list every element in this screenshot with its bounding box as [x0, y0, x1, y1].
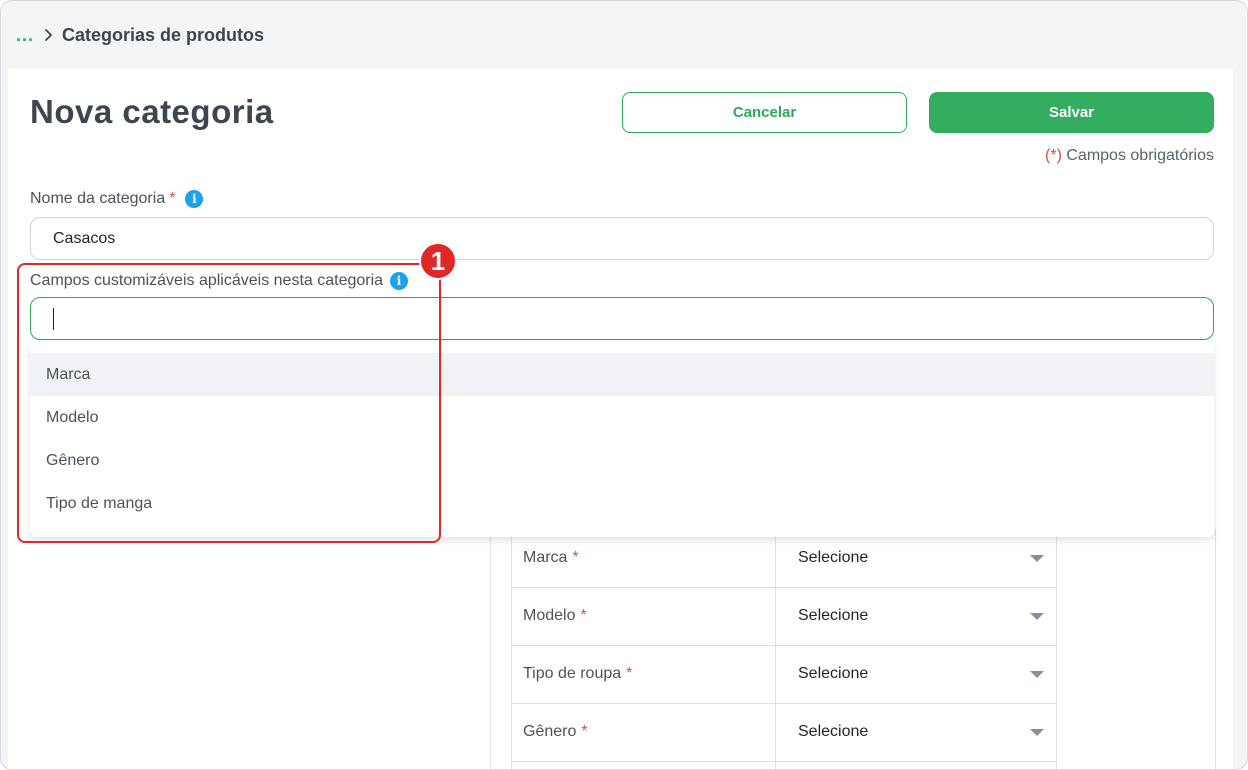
field-select[interactable] — [776, 761, 1057, 769]
field-label: Tipo de roupa — [523, 665, 622, 682]
caret-down-icon — [1030, 613, 1044, 620]
required-note-text: Campos obrigatórios — [1061, 147, 1214, 164]
save-button[interactable]: Salvar — [929, 92, 1214, 133]
caret-down-icon — [1030, 729, 1044, 736]
annotation-highlight-box — [17, 263, 441, 543]
required-mark: * — [580, 607, 587, 624]
info-icon[interactable]: i — [185, 190, 204, 208]
select-value: Selecione — [798, 665, 869, 682]
required-mark: * — [581, 723, 588, 740]
required-fields-note: (*) Campos obrigatórios — [1045, 147, 1214, 165]
breadcrumb-ellipsis[interactable]: ... — [16, 26, 34, 44]
table-row: Gênero * Selecione — [511, 703, 1057, 762]
field-label-cell — [511, 761, 776, 769]
breadcrumb-current: Categorias de produtos — [62, 24, 265, 45]
page-title: Nova categoria — [30, 93, 274, 130]
field-label-cell: Gênero * — [511, 703, 776, 761]
category-name-input[interactable]: Casacos — [30, 217, 1214, 260]
field-select[interactable]: Selecione — [776, 587, 1057, 645]
table-row: Modelo * Selecione — [511, 587, 1057, 646]
required-mark: * — [626, 665, 633, 682]
required-mark: * — [572, 549, 579, 566]
chevron-right-icon — [45, 29, 52, 41]
select-value: Selecione — [798, 607, 869, 624]
category-name-label-text: Nome da categoria — [30, 190, 166, 207]
required-star: (*) — [1045, 147, 1062, 164]
table-row: Tipo de roupa * Selecione — [511, 645, 1057, 704]
breadcrumb: ... Categorias de produtos — [16, 23, 264, 47]
field-select[interactable]: Selecione — [776, 645, 1057, 703]
select-value: Selecione — [798, 723, 869, 740]
app-window: ... Categorias de produtos Nova categori… — [0, 0, 1248, 770]
caret-down-icon — [1030, 555, 1044, 562]
form-panel: Nova categoria Cancelar Salvar (*) Campo… — [8, 69, 1233, 769]
field-label: Gênero — [523, 723, 577, 740]
field-label: Modelo — [523, 607, 576, 624]
field-select[interactable]: Selecione — [776, 703, 1057, 761]
field-label-cell: Tipo de roupa * — [511, 645, 776, 703]
field-label-cell: Modelo * — [511, 587, 776, 645]
table-row — [511, 761, 1057, 769]
required-mark: * — [169, 190, 176, 207]
caret-down-icon — [1030, 671, 1044, 678]
table-row: Marca * Selecione — [511, 529, 1057, 588]
field-label: Marca — [523, 549, 568, 566]
field-label-cell: Marca * — [511, 529, 776, 587]
annotation-step-badge: 1 — [419, 242, 457, 280]
category-name-label: Nome da categoria * i — [30, 190, 204, 208]
field-select[interactable]: Selecione — [776, 529, 1057, 587]
select-value: Selecione — [798, 549, 869, 566]
cancel-button[interactable]: Cancelar — [622, 92, 907, 133]
